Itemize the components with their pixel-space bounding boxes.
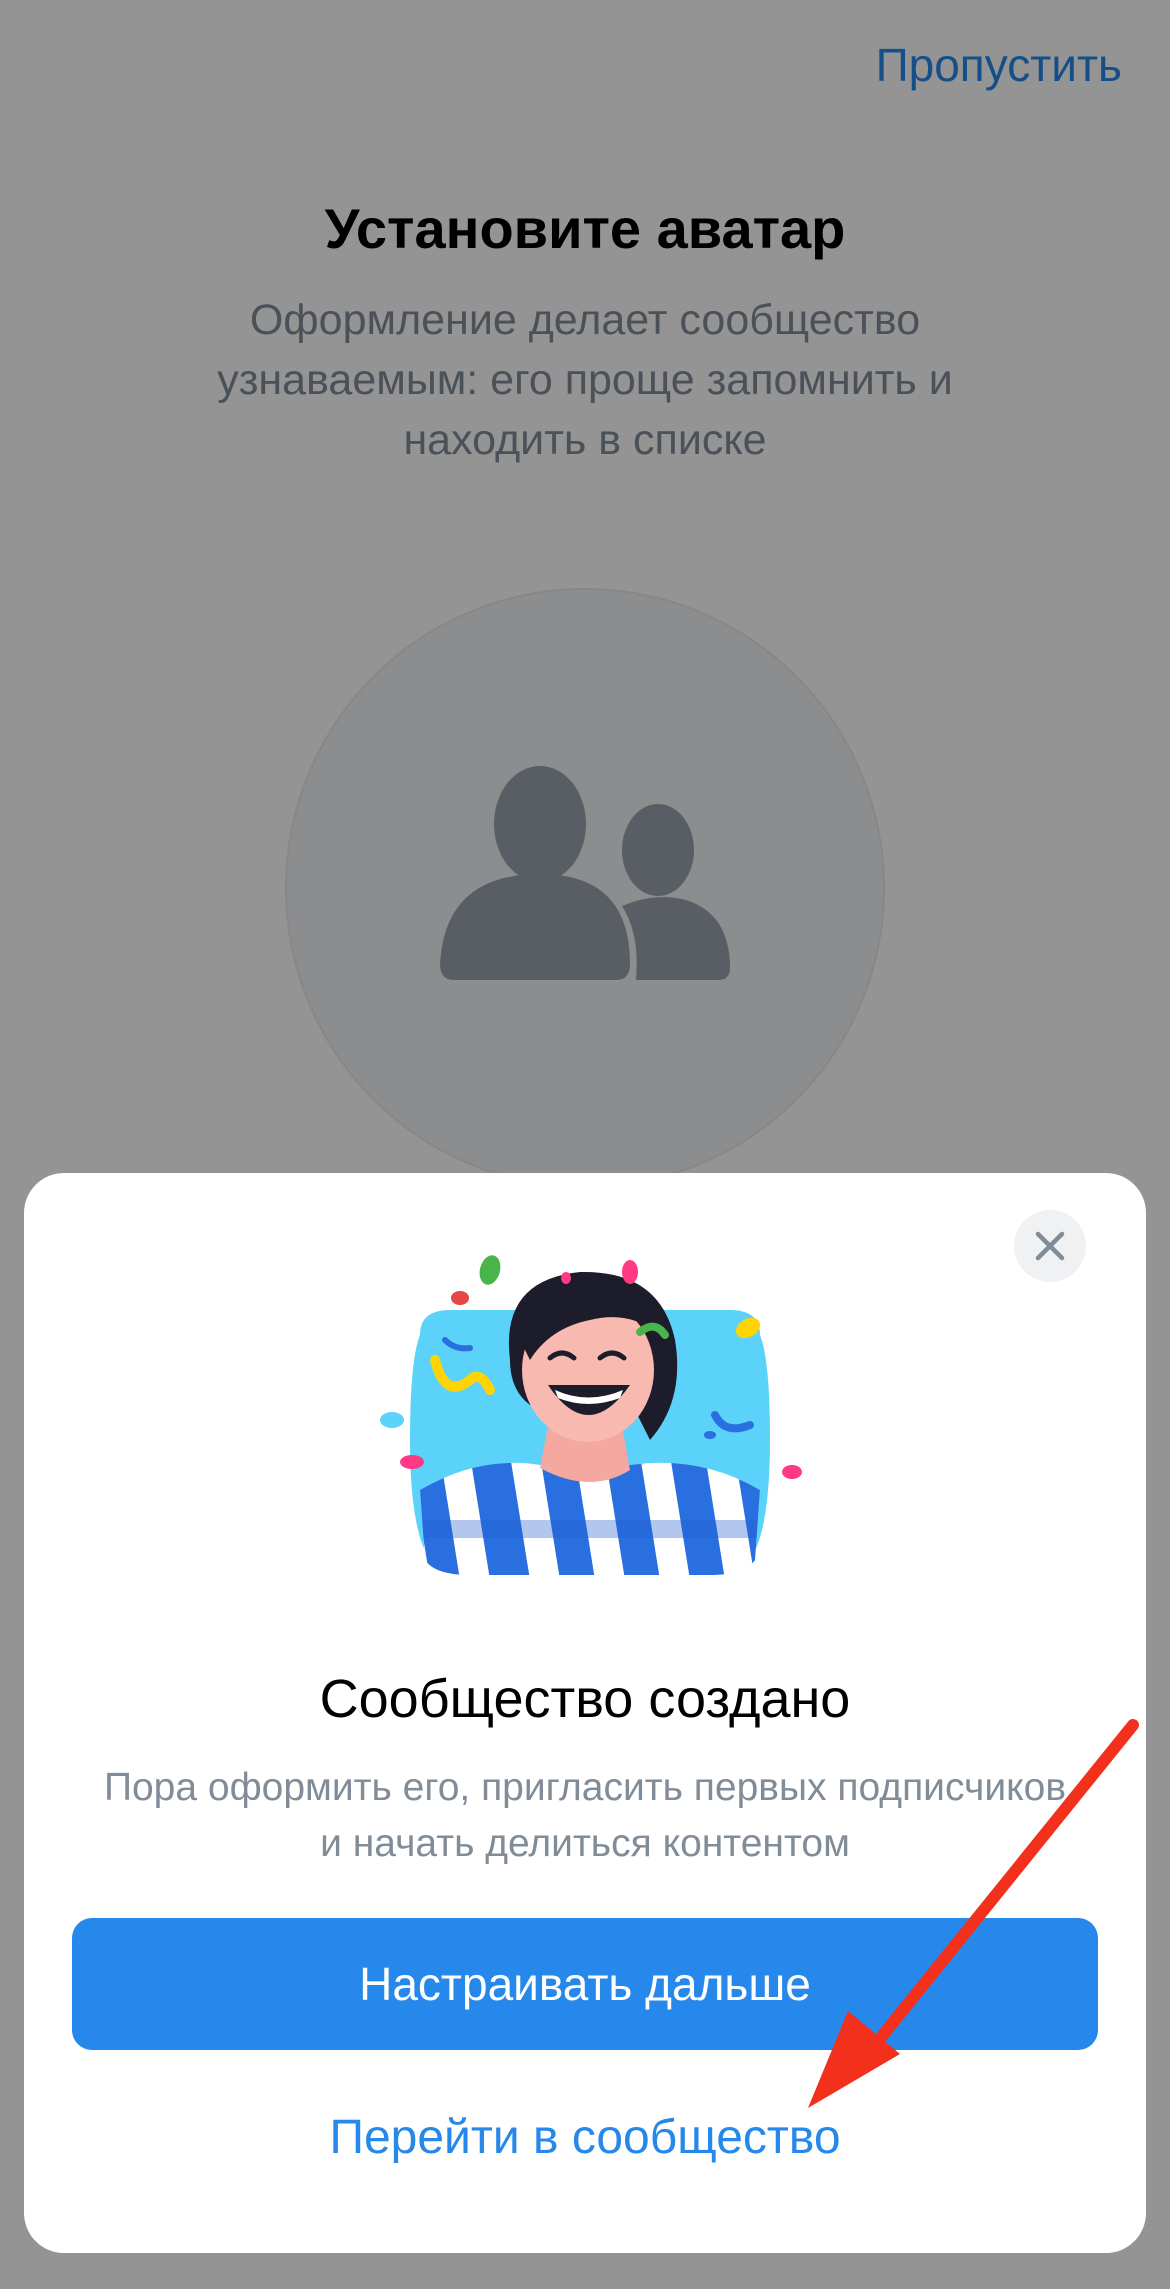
close-button[interactable] bbox=[1014, 1210, 1086, 1282]
go-to-community-link[interactable]: Перейти в сообщество bbox=[24, 2110, 1146, 2165]
modal-description: Пора оформить его, пригласить первых под… bbox=[103, 1766, 1067, 1865]
close-icon bbox=[1035, 1231, 1065, 1261]
celebration-illustration bbox=[380, 1255, 802, 1575]
modal-title: Сообщество создано bbox=[319, 1669, 851, 1729]
continue-setup-button[interactable]: Настраивать дальше bbox=[72, 1918, 1098, 2050]
